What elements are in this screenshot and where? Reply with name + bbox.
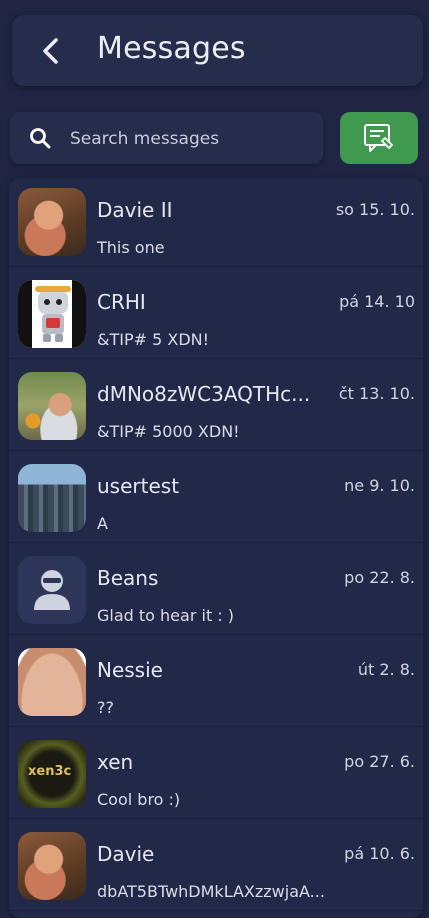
conversation-preview: Cool bro :) [97, 790, 181, 809]
conversation-name: usertest [97, 474, 180, 498]
photo-avatar [18, 648, 86, 716]
page-title: Messages [97, 31, 246, 66]
conversation-date: ne 9. 10. [344, 476, 415, 495]
conversation-item[interactable]: Beans po 22. 8. Glad to hear it : ) [9, 546, 423, 635]
conversation-item[interactable]: Nessie út 2. 8. ?? [9, 638, 423, 727]
xen-logo-text: xen3c [28, 764, 72, 779]
conversation-name: Nessie [97, 658, 163, 682]
photo-avatar [18, 372, 86, 440]
conversation-preview: dbAT5BTwhDMkLAXzzwjaA... [97, 882, 325, 901]
photo-avatar [18, 188, 86, 256]
search-icon [30, 128, 51, 149]
photo-avatar [18, 464, 86, 532]
new-message-button[interactable] [340, 112, 418, 164]
compose-message-icon [364, 124, 393, 152]
photo-avatar [18, 832, 86, 900]
conversation-preview: This one [97, 238, 165, 257]
conversation-list: Davie II so 15. 10. This one CRHI pá 14.… [9, 178, 423, 918]
conversation-date: po 27. 6. [344, 752, 415, 771]
conversation-item[interactable]: xen3c xen po 27. 6. Cool bro :) [9, 730, 423, 819]
conversation-item[interactable]: Davie II so 15. 10. This one [9, 178, 423, 267]
conversation-date: so 15. 10. [335, 200, 415, 219]
conversation-item[interactable]: usertest ne 9. 10. A [9, 454, 423, 543]
conversation-name: CRHI [97, 290, 146, 314]
conversation-item[interactable]: dMNo8zWC3AQTHc... čt 13. 10. &TIP# 5000 … [9, 362, 423, 451]
conversation-name: Beans [97, 566, 159, 590]
conversation-item[interactable]: CRHI pá 14. 10 &TIP# 5 XDN! [9, 270, 423, 359]
conversation-date: út 2. 8. [357, 660, 415, 679]
conversation-preview: &TIP# 5 XDN! [97, 330, 210, 349]
conversation-date: po 22. 8. [344, 568, 415, 587]
conversation-date: pá 14. 10 [339, 292, 415, 311]
conversation-name: xen [97, 750, 134, 774]
conversation-preview: A [97, 514, 108, 533]
app-header: Messages [12, 15, 423, 86]
default-user-avatar [18, 556, 86, 624]
conversation-item[interactable]: Davie pá 10. 6. dbAT5BTwhDMkLAXzzwjaA... [9, 822, 423, 911]
conversation-preview: Glad to hear it : ) [97, 606, 235, 625]
conversation-date: čt 13. 10. [338, 384, 415, 403]
robot-avatar [18, 280, 86, 348]
back-chevron-icon[interactable] [38, 37, 66, 65]
search-input[interactable] [68, 112, 317, 166]
conversation-name: dMNo8zWC3AQTHc... [97, 382, 311, 406]
search-bar [10, 112, 323, 166]
conversation-preview: &TIP# 5000 XDN! [97, 422, 240, 441]
conversation-date: pá 10. 6. [344, 844, 415, 863]
conversation-preview: ?? [97, 698, 114, 717]
conversation-name: Davie II [97, 198, 173, 222]
conversation-name: Davie [97, 842, 155, 866]
xen-logo-avatar: xen3c [18, 740, 86, 808]
